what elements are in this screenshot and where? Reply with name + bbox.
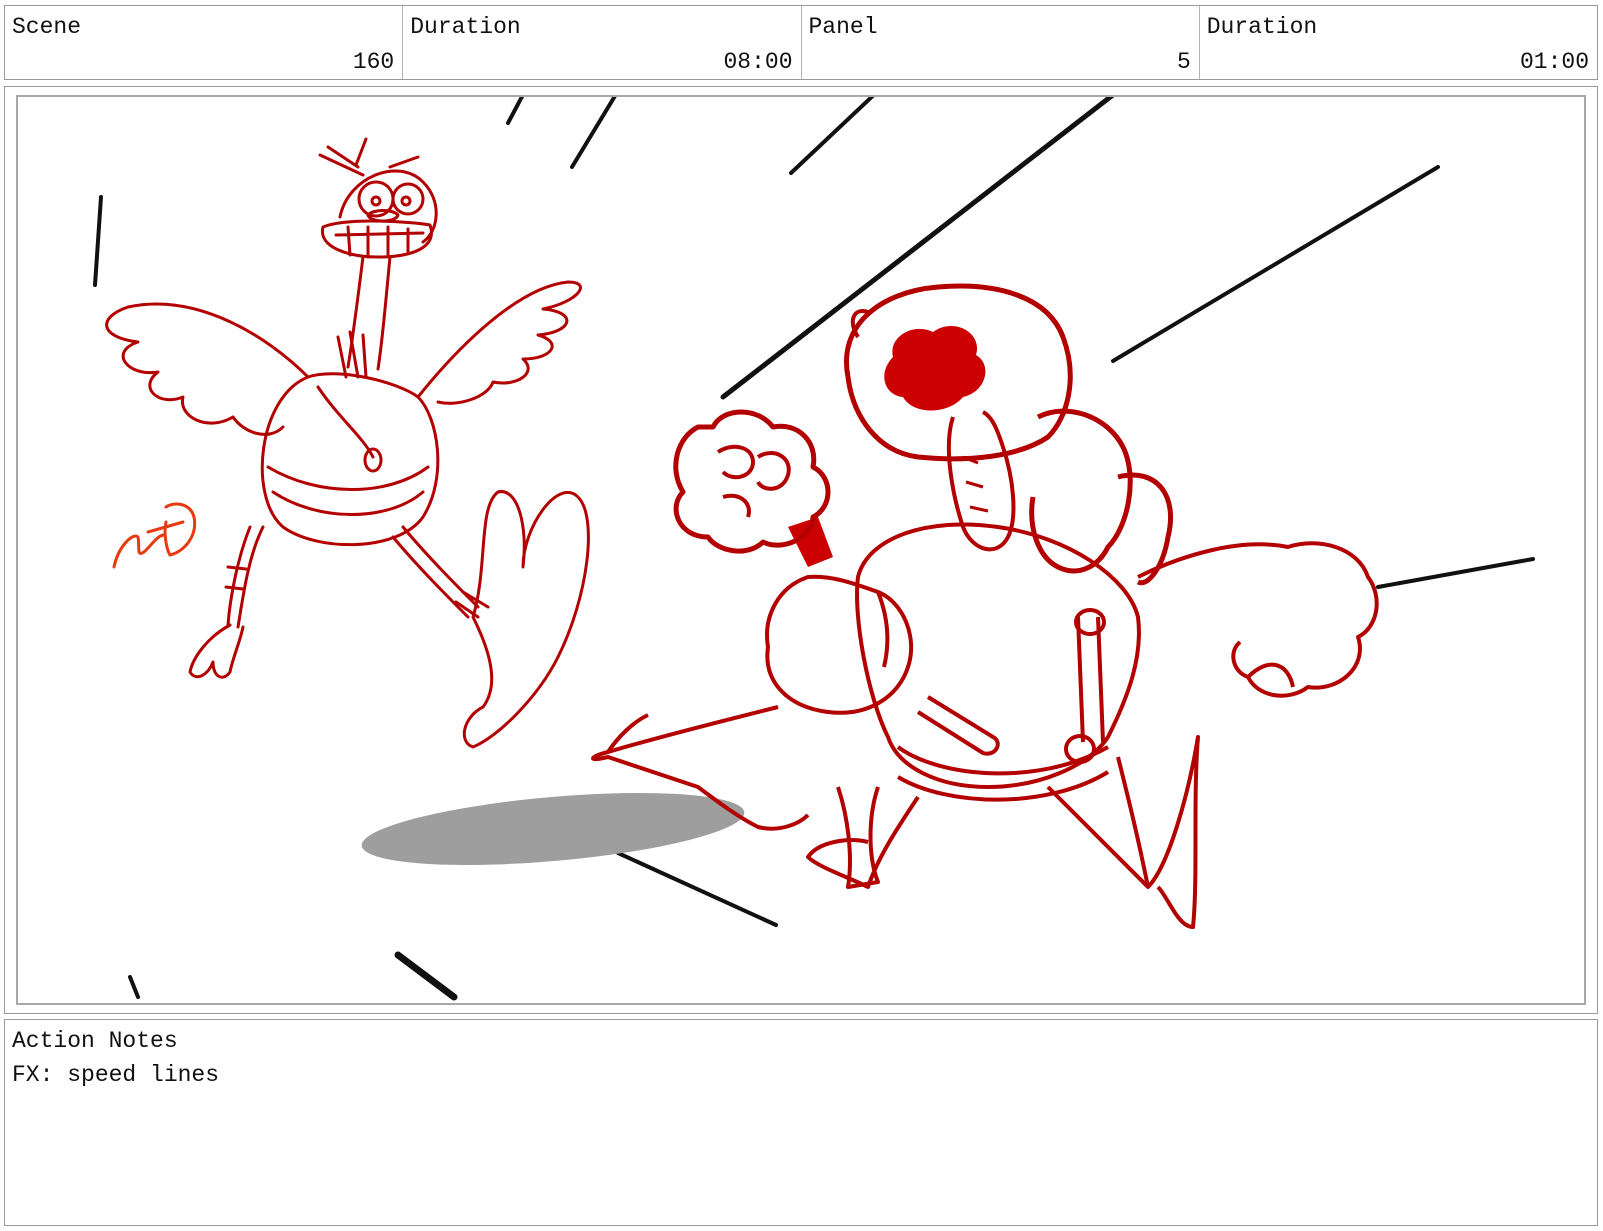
panel-duration-value: 01:00 — [1519, 49, 1589, 75]
action-notes-body: FX: speed lines — [12, 1062, 220, 1088]
panel-header: Scene 160 Duration 08:00 Panel 5 Duratio… — [4, 5, 1598, 80]
ground-shadow — [361, 792, 745, 866]
scene-cell: Scene 160 — [5, 6, 404, 79]
panel-duration-label: Duration — [1206, 14, 1318, 40]
panel-label: Panel — [808, 14, 878, 40]
panel-value: 5 — [1176, 49, 1191, 75]
storyboard-drawing-area — [16, 95, 1586, 1005]
action-notes-title: Action Notes — [12, 1028, 178, 1054]
storyboard-drawing — [93, 97, 1535, 1001]
scene-duration-value: 08:00 — [723, 49, 793, 75]
scene-duration-cell: Duration 08:00 — [403, 6, 802, 79]
ostrich-character — [105, 137, 590, 749]
scene-duration-label: Duration — [410, 14, 521, 40]
artist-mark — [112, 502, 197, 569]
scene-value: 160 — [352, 49, 395, 75]
action-notes-panel: Action Notes FX: speed lines — [4, 1019, 1598, 1226]
storyboard-frame — [4, 86, 1598, 1014]
panel-cell: Panel 5 — [802, 6, 1200, 79]
panel-duration-cell: Duration 01:00 — [1200, 6, 1597, 79]
scene-label: Scene — [12, 14, 82, 40]
